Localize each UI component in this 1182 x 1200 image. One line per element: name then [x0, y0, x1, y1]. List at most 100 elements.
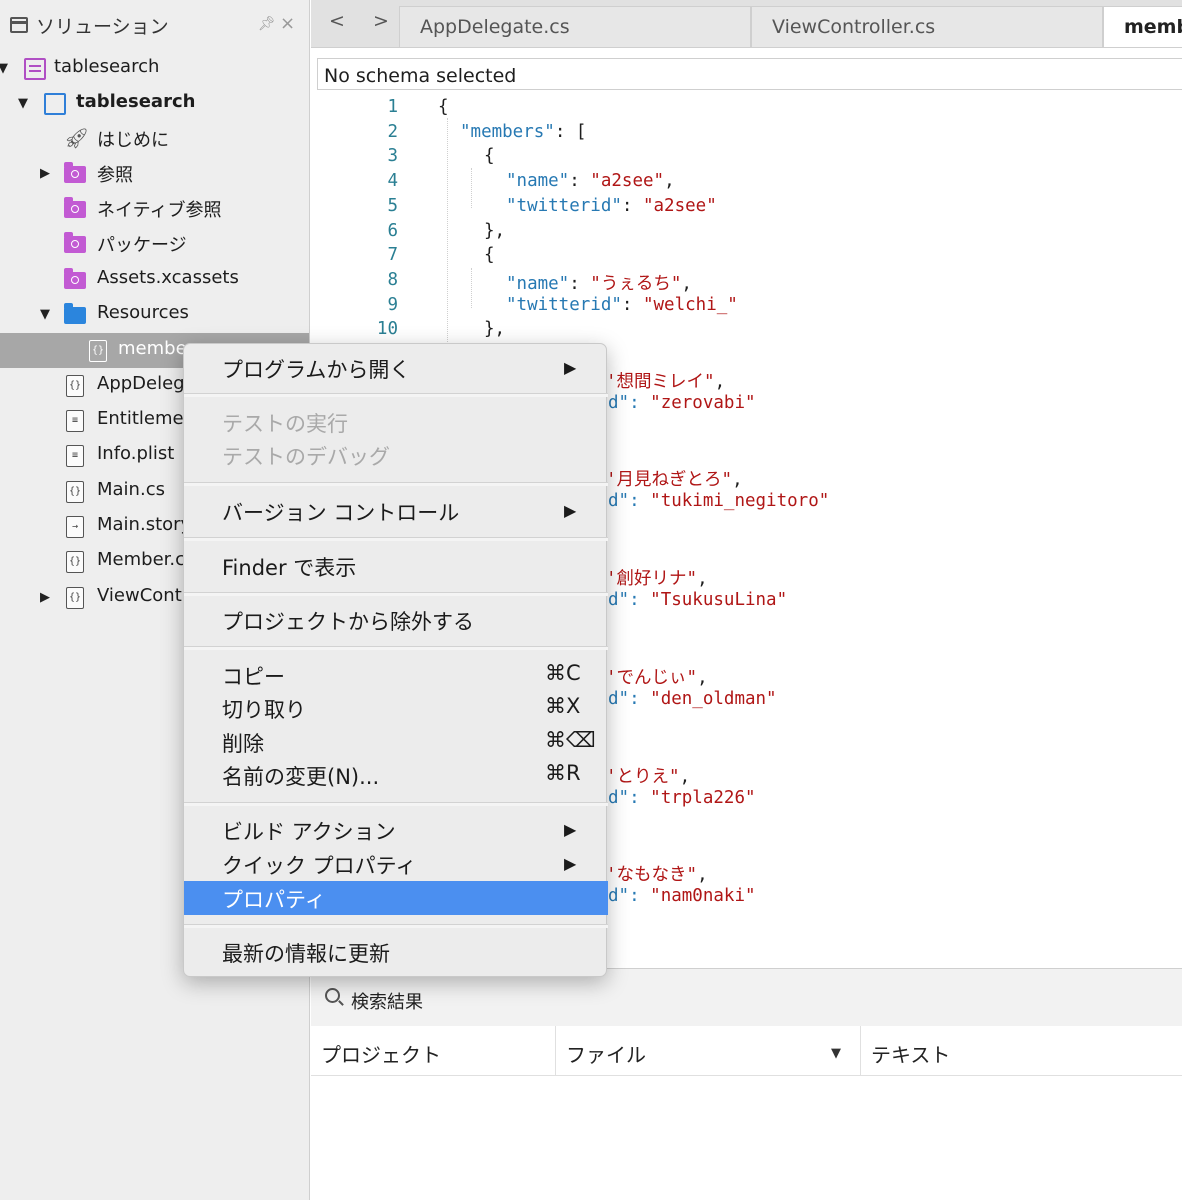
code-fragment: d": "TsukusuLina"	[608, 590, 787, 610]
menu-item-version-control[interactable]: バージョン コントロール ▶	[184, 494, 608, 528]
code-key: "members"	[460, 122, 555, 142]
collapsed-arrow-icon[interactable]: ▶	[40, 590, 50, 605]
menu-item-build-action[interactable]: ビルド アクション ▶	[184, 813, 608, 847]
tree-item-label: Main.cs	[97, 479, 165, 500]
line-number: 3	[387, 146, 398, 166]
tree-item-assets[interactable]: Assets.xcassets	[0, 262, 309, 297]
tree-item-getting-started[interactable]: 🚀︎ はじめに	[0, 121, 309, 156]
menu-item-exclude-from-project[interactable]: プロジェクトから除外する	[184, 603, 608, 637]
tree-item-label: Assets.xcassets	[97, 267, 239, 288]
code-token: },	[484, 221, 506, 241]
search-results-pad: 検索結果 プロジェクト ファイル ▼ テキスト	[311, 968, 1182, 1200]
expanded-arrow-icon[interactable]: ▼	[0, 61, 8, 76]
code-token: ,	[681, 274, 692, 294]
menu-separator	[184, 537, 608, 541]
tree-item-packages[interactable]: パッケージ	[0, 226, 309, 261]
menu-item-open-with[interactable]: プログラムから開く ▶	[184, 351, 608, 385]
code-line: "name": "a2see",	[506, 171, 675, 191]
code-line: "twitterid": "welchi_"	[506, 295, 738, 315]
column-header-file[interactable]: ファイル	[556, 1026, 860, 1076]
menu-item-quick-properties[interactable]: クイック プロパティ ▶	[184, 847, 608, 881]
tree-item-native-references[interactable]: ネイティブ参照	[0, 191, 309, 226]
menu-item-run-tests: テストの実行	[184, 405, 608, 439]
tree-item-references[interactable]: ▶ 参照	[0, 156, 309, 191]
tree-item-resources[interactable]: ▼ Resources	[0, 297, 309, 332]
tab-members-json[interactable]: memb	[1103, 6, 1182, 47]
pin-icon[interactable]: 📌︎	[258, 16, 276, 32]
line-number: 1	[387, 97, 398, 117]
expanded-arrow-icon[interactable]: ▼	[18, 96, 28, 111]
code-fragment: d": "den_oldman"	[608, 689, 777, 709]
menu-separator	[184, 646, 608, 650]
line-number: 8	[387, 270, 398, 290]
solution-icon	[24, 58, 46, 80]
navigate-back-button[interactable]: <	[329, 10, 345, 32]
menu-item-rename[interactable]: 名前の変更(N)... ⌘R	[184, 758, 608, 792]
code-token: ,	[679, 767, 691, 787]
code-string: '想間ミレイ"	[606, 372, 715, 392]
code-line: "twitterid": "a2see"	[506, 196, 717, 216]
code-string: 'でんじぃ"	[606, 668, 698, 688]
menu-item-label: プログラムから開く	[222, 358, 411, 382]
plist-file-icon: ≡	[66, 445, 84, 467]
submenu-arrow-icon: ▶	[564, 501, 577, 520]
code-fragment: '想間ミレイ",	[606, 368, 725, 393]
tree-item-label: Member.c	[97, 549, 186, 570]
menu-item-properties[interactable]: プロパティ	[184, 881, 608, 915]
menu-item-label: クイック プロパティ	[222, 854, 417, 878]
line-number: 6	[387, 221, 398, 241]
editor-tab-bar: < > AppDelegate.cs ViewController.cs mem…	[311, 0, 1182, 48]
json-file-icon: {}	[89, 340, 107, 362]
tab-appdelegate[interactable]: AppDelegate.cs	[399, 6, 751, 47]
menu-separator	[184, 924, 608, 928]
code-line: },	[484, 221, 505, 241]
code-string: "welchi_"	[642, 295, 738, 315]
code-string: "zerovabi"	[650, 393, 756, 413]
line-number: 9	[387, 295, 398, 315]
plist-file-icon: ≡	[66, 410, 84, 432]
cs-file-icon: {}	[66, 587, 84, 609]
column-header-text[interactable]: テキスト	[861, 1026, 1182, 1076]
menu-item-delete[interactable]: 削除 ⌘⌫	[184, 725, 608, 759]
menu-item-label: 切り取り	[222, 698, 306, 722]
code-token: ,	[697, 668, 708, 688]
menu-item-label: 削除	[222, 732, 264, 756]
code-token: :	[569, 274, 591, 294]
tree-item-solution[interactable]: ▼ tablesearch	[0, 51, 309, 86]
indent-guide	[471, 168, 472, 208]
column-header-project[interactable]: プロジェクト	[311, 1026, 555, 1076]
tree-item-project[interactable]: ▼ tablesearch	[0, 86, 309, 121]
expanded-arrow-icon[interactable]: ▼	[40, 307, 50, 322]
tree-item-label: Entitlemer	[97, 408, 191, 429]
menu-item-label: コピー	[222, 665, 285, 689]
menu-item-copy[interactable]: コピー ⌘C	[184, 658, 608, 692]
code-string: 'とりえ"	[606, 767, 680, 787]
tree-item-label: はじめに	[97, 130, 169, 151]
code-fragment: 'とりえ",	[606, 763, 690, 788]
code-fragment: '月見ねぎとろ",	[606, 466, 743, 491]
menu-item-label: テストの実行	[222, 412, 348, 436]
submenu-arrow-icon: ▶	[564, 820, 577, 839]
menu-item-label: プロパティ	[222, 888, 326, 912]
close-icon[interactable]: ×	[280, 13, 295, 34]
menu-item-refresh[interactable]: 最新の情報に更新	[184, 935, 608, 969]
menu-item-cut[interactable]: 切り取り ⌘X	[184, 691, 608, 725]
code-line: {	[484, 245, 495, 265]
column-header-label: ファイル	[566, 1043, 646, 1067]
menu-item-label: テストのデバッグ	[222, 445, 390, 469]
collapsed-arrow-icon[interactable]: ▶	[40, 166, 50, 181]
navigate-forward-button[interactable]: >	[373, 10, 389, 32]
references-folder-icon	[64, 162, 86, 183]
menu-item-reveal-in-finder[interactable]: Finder で表示	[184, 549, 608, 583]
line-number: 2	[387, 122, 398, 142]
tab-label: memb	[1124, 16, 1182, 38]
code-string: "tukimi_negitoro"	[650, 491, 830, 511]
schema-selector[interactable]: No schema selected	[317, 58, 1182, 90]
sort-descending-icon[interactable]: ▼	[831, 1046, 841, 1061]
tree-item-label: Resources	[97, 302, 189, 323]
code-line: "members": [	[460, 122, 586, 142]
code-string: '創好リナ"	[606, 569, 698, 589]
tab-viewcontroller[interactable]: ViewController.cs	[751, 6, 1103, 47]
column-header-label: テキスト	[871, 1043, 951, 1067]
code-string: "a2see"	[590, 171, 665, 191]
